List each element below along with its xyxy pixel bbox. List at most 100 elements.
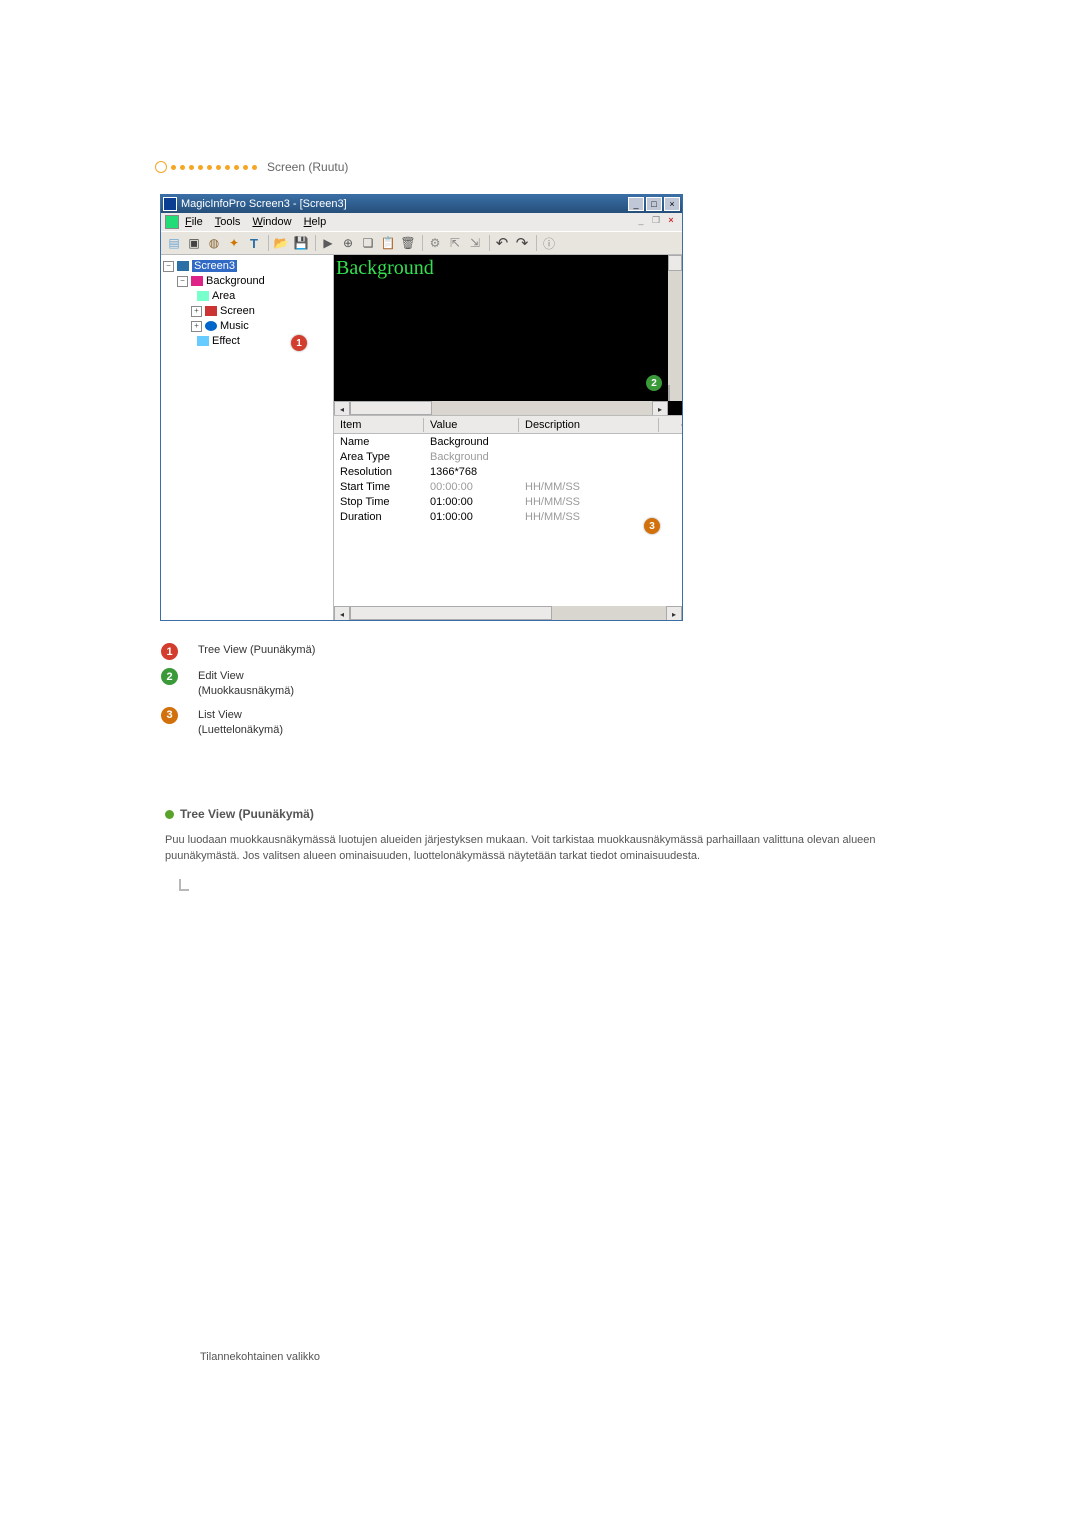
list-cell-item: Duration <box>334 511 424 523</box>
legend-text: Tree View (Puunäkymä) <box>198 643 315 656</box>
callout-3: 3 <box>644 518 660 534</box>
subsection-title: Tree View (Puunäkymä) <box>180 807 314 821</box>
legend-text: List View(Luettelonäkymä) <box>198 707 283 738</box>
child-minimize-button[interactable]: _ <box>634 214 648 227</box>
scroll-right-button[interactable]: ▸ <box>652 401 668 416</box>
app-icon <box>163 197 177 211</box>
tree-node-screen3[interactable]: Screen3 <box>192 260 237 272</box>
list-cell-value: 00:00:00 <box>424 481 519 493</box>
list-header-item[interactable]: Item <box>334 418 424 432</box>
tool-copy-icon[interactable]: ❏ <box>359 234 377 252</box>
menu-file[interactable]: File <box>185 216 203 228</box>
callout-2: 2 <box>646 375 662 391</box>
callout-1: 1 <box>291 335 307 351</box>
tool-puzzle-icon[interactable]: ✦ <box>225 234 243 252</box>
tool-info-icon[interactable]: ⓘ <box>540 234 558 252</box>
tree-expand-icon[interactable]: + <box>191 306 202 317</box>
close-button[interactable]: × <box>664 197 680 211</box>
screen-icon <box>177 261 189 271</box>
tool-globe-icon[interactable]: ◍ <box>205 234 223 252</box>
legend-row: 3List View(Luettelonäkymä) <box>161 707 925 738</box>
tool-settings-icon[interactable]: ⚙ <box>426 234 444 252</box>
menu-tools[interactable]: Tools <box>215 216 241 228</box>
tool-undo-icon[interactable]: ↶ <box>493 234 511 252</box>
background-icon <box>191 276 203 286</box>
edit-view-pane[interactable]: Background ◂ ▸ 2 <box>334 255 682 416</box>
tool-save-icon[interactable]: 💾 <box>292 234 310 252</box>
menubar: File Tools Window Help _ ❐ × <box>161 213 682 231</box>
list-cell-value: Background <box>424 451 519 463</box>
tool-bringfront-icon[interactable]: ⇱ <box>446 234 464 252</box>
list-row[interactable]: Duration01:00:00HH/MM/SS <box>334 509 682 524</box>
list-header-value[interactable]: Value <box>424 418 519 432</box>
tool-redo-icon[interactable]: ↷ <box>513 234 531 252</box>
tree-node-music[interactable]: Music <box>220 320 249 332</box>
list-cell-item: Start Time <box>334 481 424 493</box>
legend-row: 1Tree View (Puunäkymä) <box>161 643 925 660</box>
scrollbar-horizontal[interactable]: ◂ ▸ <box>334 401 668 415</box>
child-restore-button[interactable]: ❐ <box>649 214 663 227</box>
tree-node-effect[interactable]: Effect <box>212 335 240 347</box>
tree-expand-icon[interactable]: + <box>191 321 202 332</box>
child-close-button[interactable]: × <box>664 214 678 227</box>
effect-icon <box>197 336 209 346</box>
list-cell-value: 01:00:00 <box>424 511 519 523</box>
scroll-left-button[interactable]: ◂ <box>334 401 350 416</box>
maximize-button[interactable]: □ <box>646 197 662 211</box>
list-scrollbar-horizontal[interactable]: ◂ ▸ <box>334 606 682 620</box>
list-header-description[interactable]: Description <box>519 418 659 432</box>
section-header: Screen (Ruutu) <box>155 160 925 174</box>
titlebar[interactable]: MagicInfoPro Screen3 - [Screen3] _ □ × <box>161 195 682 213</box>
tree-node-screen[interactable]: Screen <box>220 305 255 317</box>
music-icon <box>205 321 217 331</box>
tool-text-icon[interactable]: T <box>245 234 263 252</box>
toolbar: ▤ ▣ ◍ ✦ T 📂 💾 ▶ ⊕ ❏ 📋 🗑 ⚙ ⇱ ⇲ ↶ ↷ ⓘ <box>161 231 682 255</box>
tool-paste-icon[interactable]: 📋 <box>379 234 397 252</box>
tool-delete-icon[interactable]: 🗑 <box>399 234 417 252</box>
menu-help[interactable]: Help <box>304 216 327 228</box>
toolbar-sep <box>422 235 423 251</box>
scroll-down-button[interactable] <box>668 385 670 401</box>
area-icon <box>197 291 209 301</box>
list-cell-item: Area Type <box>334 451 424 463</box>
toolbar-sep <box>268 235 269 251</box>
tool-new-icon[interactable]: ▤ <box>165 234 183 252</box>
subsection-body: Puu luodaan muokkausnäkymässä luotujen a… <box>165 833 925 864</box>
scroll-up-button[interactable] <box>668 255 682 271</box>
tool-monitor-icon[interactable]: ▣ <box>185 234 203 252</box>
list-cell-value: Background <box>424 436 519 448</box>
list-cell-item: Resolution <box>334 466 424 478</box>
scroll-thumb[interactable] <box>350 401 432 415</box>
tool-add-icon[interactable]: ⊕ <box>339 234 357 252</box>
edit-selected-label: Background <box>336 257 434 280</box>
scroll-thumb[interactable] <box>350 606 552 620</box>
list-row[interactable]: Area TypeBackground <box>334 449 682 464</box>
list-row[interactable]: Resolution1366*768 <box>334 464 682 479</box>
tree-node-background[interactable]: Background <box>206 275 265 287</box>
list-header-spacer <box>659 424 682 426</box>
scrollbar-vertical[interactable] <box>668 255 682 401</box>
tree-collapse-icon[interactable]: − <box>177 276 188 287</box>
tool-open-icon[interactable]: 📂 <box>272 234 290 252</box>
tool-play-icon[interactable]: ▶ <box>319 234 337 252</box>
tree-node-area[interactable]: Area <box>212 290 235 302</box>
scroll-right-button[interactable]: ▸ <box>666 606 682 620</box>
list-row[interactable]: Stop Time01:00:00HH/MM/SS <box>334 494 682 509</box>
toolbar-sep <box>536 235 537 251</box>
app-window: MagicInfoPro Screen3 - [Screen3] _ □ × F… <box>160 194 683 621</box>
menu-window[interactable]: Window <box>252 216 291 228</box>
list-row[interactable]: Start Time00:00:00HH/MM/SS <box>334 479 682 494</box>
list-cell-item: Name <box>334 436 424 448</box>
toolbar-sep <box>489 235 490 251</box>
list-row[interactable]: NameBackground <box>334 434 682 449</box>
legend-row: 2Edit View(Muokkausnäkymä) <box>161 668 925 699</box>
list-cell-value: 1366*768 <box>424 466 519 478</box>
minimize-button[interactable]: _ <box>628 197 644 211</box>
leader-dots <box>155 161 261 173</box>
scroll-left-button[interactable]: ◂ <box>334 606 350 620</box>
tool-sendback-icon[interactable]: ⇲ <box>466 234 484 252</box>
list-view-pane: Item Value Description NameBackgroundAre… <box>334 416 682 620</box>
document-icon <box>165 215 179 229</box>
list-cell-item: Stop Time <box>334 496 424 508</box>
tree-collapse-icon[interactable]: − <box>163 261 174 272</box>
